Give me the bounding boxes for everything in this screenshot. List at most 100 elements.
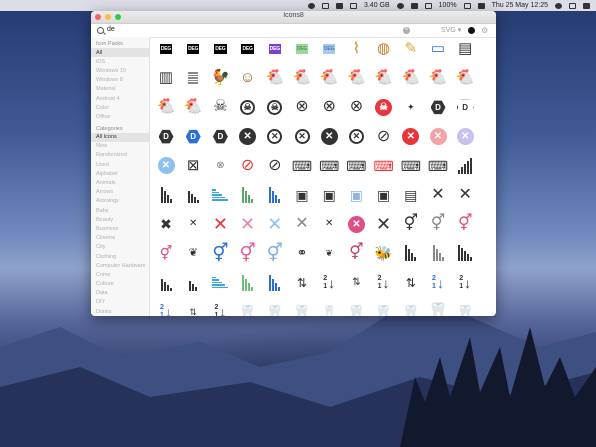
- cross-icon-tile[interactable]: ✕: [373, 213, 395, 235]
- hexagon-icon-tile[interactable]: D: [454, 96, 476, 118]
- screen-icon[interactable]: [321, 2, 329, 9]
- gender-icon-tile[interactable]: ⚥: [155, 242, 177, 264]
- gear-icon[interactable]: ⚙: [481, 26, 488, 35]
- delete-icon-tile[interactable]: ✕: [400, 126, 422, 148]
- sort-descending-icon-tile[interactable]: [454, 155, 476, 177]
- badge-icon-tile[interactable]: ⊗: [291, 96, 313, 118]
- sidebar-item[interactable]: Randomized: [91, 151, 149, 160]
- sort-colored-icon-tile[interactable]: [209, 184, 231, 206]
- settings-icon[interactable]: [396, 2, 404, 9]
- hen-icon-tile[interactable]: 🐔: [454, 67, 476, 89]
- scanner-icon-tile[interactable]: ⌨: [345, 155, 367, 177]
- deg-icon-tile[interactable]: DEG: [237, 38, 259, 60]
- cancel-icon-tile[interactable]: ⊘: [373, 126, 395, 148]
- cross-red-icon-tile[interactable]: ✕: [209, 213, 231, 235]
- deg-icon-tile[interactable]: DEG: [318, 38, 340, 60]
- gender-icon-tile[interactable]: ⚥: [454, 213, 476, 235]
- leaf-icon-tile[interactable]: ❦: [318, 242, 340, 264]
- delete-icon-tile[interactable]: ✕: [237, 126, 259, 148]
- sort-icon-tile[interactable]: [454, 242, 476, 264]
- delete-icon-tile[interactable]: ✕: [454, 126, 476, 148]
- hen-icon-tile[interactable]: 🐔: [318, 67, 340, 89]
- sort-numeric-icon-tile[interactable]: 2 1 ↓: [318, 272, 340, 294]
- hen-icon-tile[interactable]: 🐔: [427, 67, 449, 89]
- memory-status[interactable]: 3.40 GB: [364, 2, 390, 9]
- notification-center-icon[interactable]: [583, 2, 590, 9]
- sort-colored-icon-tile[interactable]: [237, 272, 259, 294]
- hexagon-icon-tile[interactable]: D: [155, 126, 177, 148]
- clear-search-button[interactable]: ×: [403, 27, 410, 34]
- dentures-icon-tile[interactable]: 🦷: [264, 301, 286, 316]
- sort-numeric-icon-tile[interactable]: 2 1 ↓: [427, 272, 449, 294]
- sort-icon-tile[interactable]: [155, 272, 177, 294]
- sidebar-item[interactable]: Animals: [91, 178, 149, 187]
- scanner-icon-tile[interactable]: ⌨: [400, 155, 422, 177]
- sidebar-item[interactable]: iOS: [91, 57, 149, 66]
- hen-icon-tile[interactable]: 🐔: [373, 67, 395, 89]
- sidebar-item[interactable]: Material: [91, 85, 149, 94]
- sort-arrows-icon-tile[interactable]: ⇅: [400, 272, 422, 294]
- search-input[interactable]: de: [107, 26, 115, 33]
- deg-icon-tile[interactable]: DEG: [182, 38, 204, 60]
- cross-icon-tile[interactable]: ✖: [155, 213, 177, 235]
- hexagon-icon-tile[interactable]: D: [427, 96, 449, 118]
- dot-icon-tile[interactable]: ✦: [400, 96, 422, 118]
- sort-icon-tile[interactable]: [155, 184, 177, 206]
- skull-ring-icon-tile[interactable]: ☠: [264, 96, 286, 118]
- sidebar-item[interactable]: Drinks: [91, 307, 149, 316]
- gender-icon-tile[interactable]: ⚥: [345, 242, 367, 264]
- rooster-icon-tile[interactable]: 🐓: [209, 67, 231, 89]
- sidebar-item[interactable]: Arrows: [91, 188, 149, 197]
- volume-icon[interactable]: [424, 2, 432, 9]
- sidebar-item[interactable]: Alphabet: [91, 169, 149, 178]
- sort-numeric-icon-tile[interactable]: 2 1 ↓: [373, 272, 395, 294]
- sidebar-item[interactable]: Astrology: [91, 197, 149, 206]
- delete-icon-tile[interactable]: ✕: [318, 126, 340, 148]
- sidebar-item[interactable]: Clothing: [91, 252, 149, 261]
- dentures-icon-tile[interactable]: 🦷: [454, 301, 476, 316]
- sort-box-icon-tile[interactable]: ▣: [318, 184, 340, 206]
- gender-blue-icon-tile[interactable]: ⚥: [209, 242, 231, 264]
- sidebar-item[interactable]: Crime: [91, 270, 149, 279]
- rings-icon-tile[interactable]: ⚭: [291, 242, 313, 264]
- sidebar-item[interactable]: Culture: [91, 280, 149, 289]
- cross-icon-tile[interactable]: ✕: [427, 184, 449, 206]
- delete-box-icon-tile[interactable]: ⊠: [182, 155, 204, 177]
- sort-box-icon-tile[interactable]: ▣: [373, 184, 395, 206]
- sort-icon-tile[interactable]: [427, 242, 449, 264]
- dentures-icon-tile[interactable]: 🦷: [400, 301, 422, 316]
- sidebar-item[interactable]: Color: [91, 103, 149, 112]
- cross-icon-tile[interactable]: ✕: [454, 184, 476, 206]
- sort-box-icon-tile[interactable]: ▤: [400, 184, 422, 206]
- dentures-icon-tile[interactable]: 🦷: [237, 301, 259, 316]
- sidebar-item[interactable]: Beauty: [91, 215, 149, 224]
- sidebar-item[interactable]: Office: [91, 112, 149, 121]
- delete-icon-tile[interactable]: ✕: [155, 155, 177, 177]
- sort-colored-icon-tile[interactable]: [264, 272, 286, 294]
- deg-icon-tile[interactable]: DEG: [291, 38, 313, 60]
- deg-icon-tile[interactable]: DEG: [264, 38, 286, 60]
- skull-red-icon-tile[interactable]: ☠: [373, 96, 395, 118]
- sort-icon-tile[interactable]: [182, 272, 204, 294]
- sort-arrows-icon-tile[interactable]: ⇅: [345, 272, 367, 294]
- color-picker[interactable]: [468, 27, 475, 34]
- delete-icon-tile[interactable]: ✕: [345, 126, 367, 148]
- delete-small-icon-tile[interactable]: ⊗: [209, 155, 231, 177]
- hen-icon-tile[interactable]: 🐔: [264, 67, 286, 89]
- sidebar-item[interactable]: DIY: [91, 298, 149, 307]
- dropbox-icon[interactable]: [335, 2, 343, 9]
- hen-icon-tile[interactable]: 🐔: [400, 67, 422, 89]
- skull-icon-tile[interactable]: ☠: [209, 96, 231, 118]
- sidebar-item[interactable]: City: [91, 243, 149, 252]
- sort-colored-icon-tile[interactable]: [237, 184, 259, 206]
- farmer-icon-tile[interactable]: ☺: [237, 67, 259, 89]
- scanner-icon-tile[interactable]: ⌨: [291, 155, 313, 177]
- sidebar-item[interactable]: Windows 10: [91, 66, 149, 75]
- badge-icon-tile[interactable]: ⊗: [345, 96, 367, 118]
- dentures-icon-tile[interactable]: 🦷: [373, 301, 395, 316]
- scanner-icon-tile[interactable]: ⌨: [318, 155, 340, 177]
- sort-numeric-icon-tile[interactable]: 2 1 ↓: [155, 301, 177, 316]
- hen-icon-tile[interactable]: 🐔: [182, 96, 204, 118]
- dentures-icon-tile[interactable]: 🦷: [345, 301, 367, 316]
- cross-icon-tile[interactable]: ✕: [318, 213, 340, 235]
